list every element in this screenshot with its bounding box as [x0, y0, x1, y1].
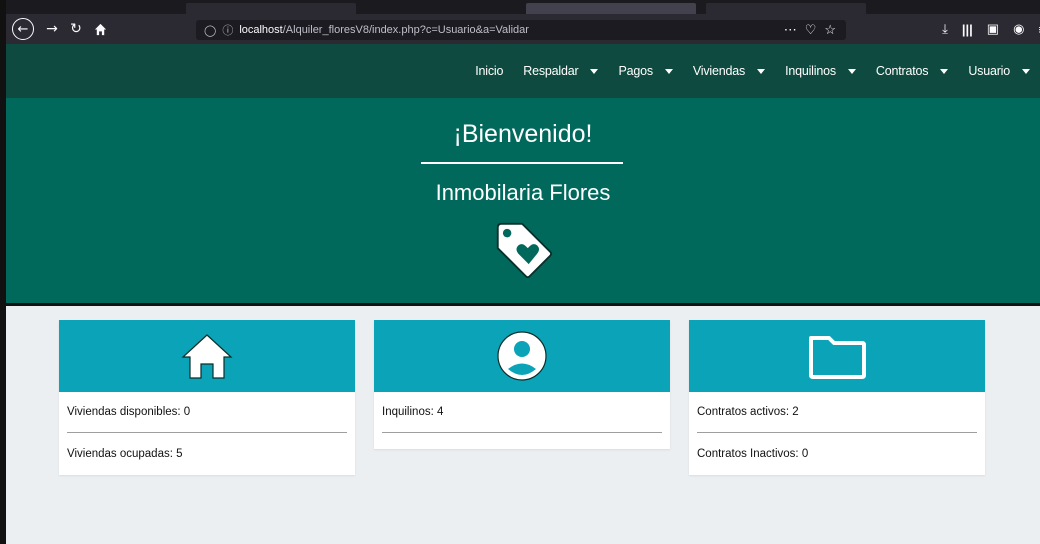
contratos-card: Contratos activos: 2 Contratos Inactivos…	[689, 320, 985, 475]
heart-tag-icon	[496, 222, 553, 279]
contratos-inactivos: Contratos Inactivos: 0	[697, 448, 809, 460]
caret-down-icon	[664, 68, 673, 74]
nav-item-label: Contratos	[875, 64, 929, 78]
bookmark-star-icon[interactable]: ☆	[824, 22, 836, 38]
caret-down-icon	[1022, 68, 1030, 74]
pocket-icon[interactable]: ♡	[805, 22, 817, 38]
reload-icon[interactable]: ↻	[68, 19, 84, 39]
home-icon[interactable]	[92, 19, 108, 39]
url-host: localhost	[239, 24, 283, 36]
tab-strip	[6, 0, 1040, 14]
nav-item-pagos[interactable]: Pagos	[618, 64, 673, 78]
account-icon[interactable]: ◉	[1013, 21, 1024, 37]
user-avatar-icon	[497, 331, 547, 381]
contratos-activos: Contratos activos: 2	[697, 406, 799, 418]
viviendas-ocupadas: Viviendas ocupadas: 5	[67, 448, 183, 460]
nav-item-usuario[interactable]: Usuario	[968, 64, 1030, 78]
inquilinos-count: Inquilinos: 4	[382, 406, 444, 418]
site-info-icon[interactable]: ⓘ	[222, 22, 233, 38]
page-scrollbar[interactable]	[1034, 306, 1040, 544]
welcome-banner: ¡Bienvenido! Inmobilaria Flores	[6, 98, 1040, 306]
tracking-shield-icon[interactable]: ◯	[204, 24, 216, 37]
caret-down-icon	[847, 68, 856, 74]
nav-item-label: Inicio	[475, 64, 504, 78]
nav-item-label: Usuario	[968, 64, 1010, 78]
nav-item-label: Inquilinos	[785, 64, 836, 78]
viviendas-disponibles: Viviendas disponibles: 0	[67, 406, 191, 418]
back-icon[interactable]: ←	[12, 18, 34, 40]
forward-icon[interactable]: →	[44, 19, 60, 39]
caret-down-icon	[757, 68, 766, 74]
caret-down-icon	[590, 68, 599, 74]
folder-icon	[809, 336, 866, 379]
sidebar-icon[interactable]: ▣	[987, 21, 999, 37]
nav-menu: Inicio Respaldar Pagos Viviendas Inquilinos C…	[475, 44, 1030, 98]
nav-item-inicio[interactable]: Inicio	[475, 64, 503, 78]
download-icon[interactable]: ⤓	[942, 21, 948, 37]
nav-item-label: Pagos	[618, 64, 653, 78]
page-actions-icon[interactable]: ⋯	[784, 22, 797, 38]
site-navbar: Inicio Respaldar Pagos Viviendas Inquilinos C…	[6, 44, 1040, 98]
inquilinos-card: Inquilinos: 4	[374, 320, 670, 449]
nav-item-label: Viviendas	[692, 64, 746, 78]
house-icon	[181, 334, 233, 379]
welcome-title: ¡Bienvenido!	[453, 120, 593, 148]
caret-down-icon	[940, 68, 949, 74]
browser-tab[interactable]	[706, 3, 866, 14]
viviendas-card-header	[59, 320, 355, 392]
nav-item-contratos[interactable]: Contratos	[875, 64, 949, 78]
contratos-card-header	[689, 320, 985, 392]
browser-window: ← → ↻ ◯ ⓘ localhost /Alquiler_floresV8/i…	[0, 0, 1040, 544]
browser-toolbar: ← → ↻ ◯ ⓘ localhost /Alquiler_floresV8/i…	[6, 14, 1040, 44]
nav-item-respaldar[interactable]: Respaldar	[523, 64, 599, 78]
url-path: /Alquiler_floresV8/index.php?c=Usuario&a…	[282, 24, 529, 36]
nav-item-inquilinos[interactable]: Inquilinos	[785, 64, 856, 78]
browser-tab-active[interactable]	[526, 3, 696, 14]
nav-item-label: Respaldar	[523, 64, 579, 78]
browser-tab[interactable]	[186, 3, 356, 14]
viviendas-card: Viviendas disponibles: 0 Viviendas ocupa…	[59, 320, 355, 475]
title-divider	[421, 162, 623, 164]
company-name: Inmobilaria Flores	[435, 180, 611, 205]
nav-item-viviendas[interactable]: Viviendas	[692, 64, 766, 78]
address-bar[interactable]: ◯ ⓘ localhost /Alquiler_floresV8/index.p…	[196, 20, 846, 40]
library-icon[interactable]: |||	[962, 22, 973, 37]
inquilinos-card-header	[374, 320, 670, 392]
card-spacer	[374, 433, 670, 449]
